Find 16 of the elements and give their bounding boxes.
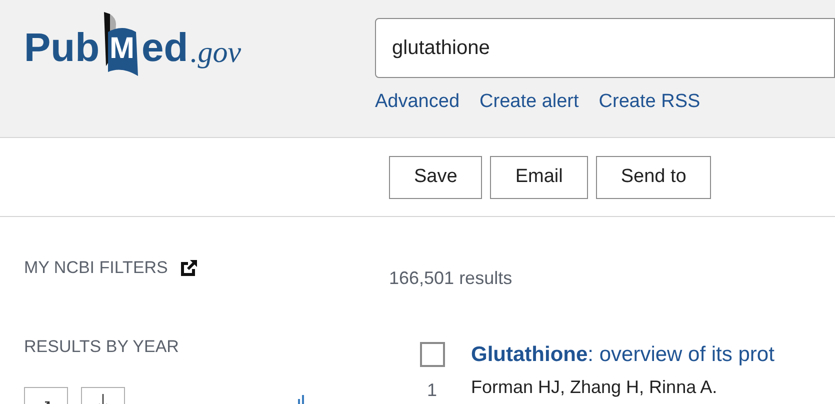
result-authors: Forman HJ, Zhang H, Rinna A. — [471, 376, 718, 400]
search-field[interactable]: glutathione — [375, 18, 835, 78]
section-title: RESULTS BY YEAR — [24, 336, 179, 358]
action-button[interactable]: Save — [389, 156, 482, 198]
section-title: MY NCBI FILTERS — [24, 257, 168, 279]
action-button[interactable]: Email — [490, 156, 588, 198]
action-button[interactable]: Send to — [596, 156, 712, 198]
pubmed-logo[interactable]: Pub M ed.gov — [24, 10, 242, 76]
result-number: 1 — [426, 379, 437, 402]
result-title[interactable]: Glutathione: overview of its prot — [471, 342, 774, 368]
search-link[interactable]: Advanced — [375, 88, 460, 116]
search-link[interactable]: Create alert — [480, 88, 579, 116]
result-checkbox[interactable] — [420, 342, 444, 367]
results-count: 166,501 results — [389, 267, 512, 290]
search-link[interactable]: Create RSS — [598, 88, 700, 116]
external-link-icon[interactable] — [180, 258, 198, 277]
